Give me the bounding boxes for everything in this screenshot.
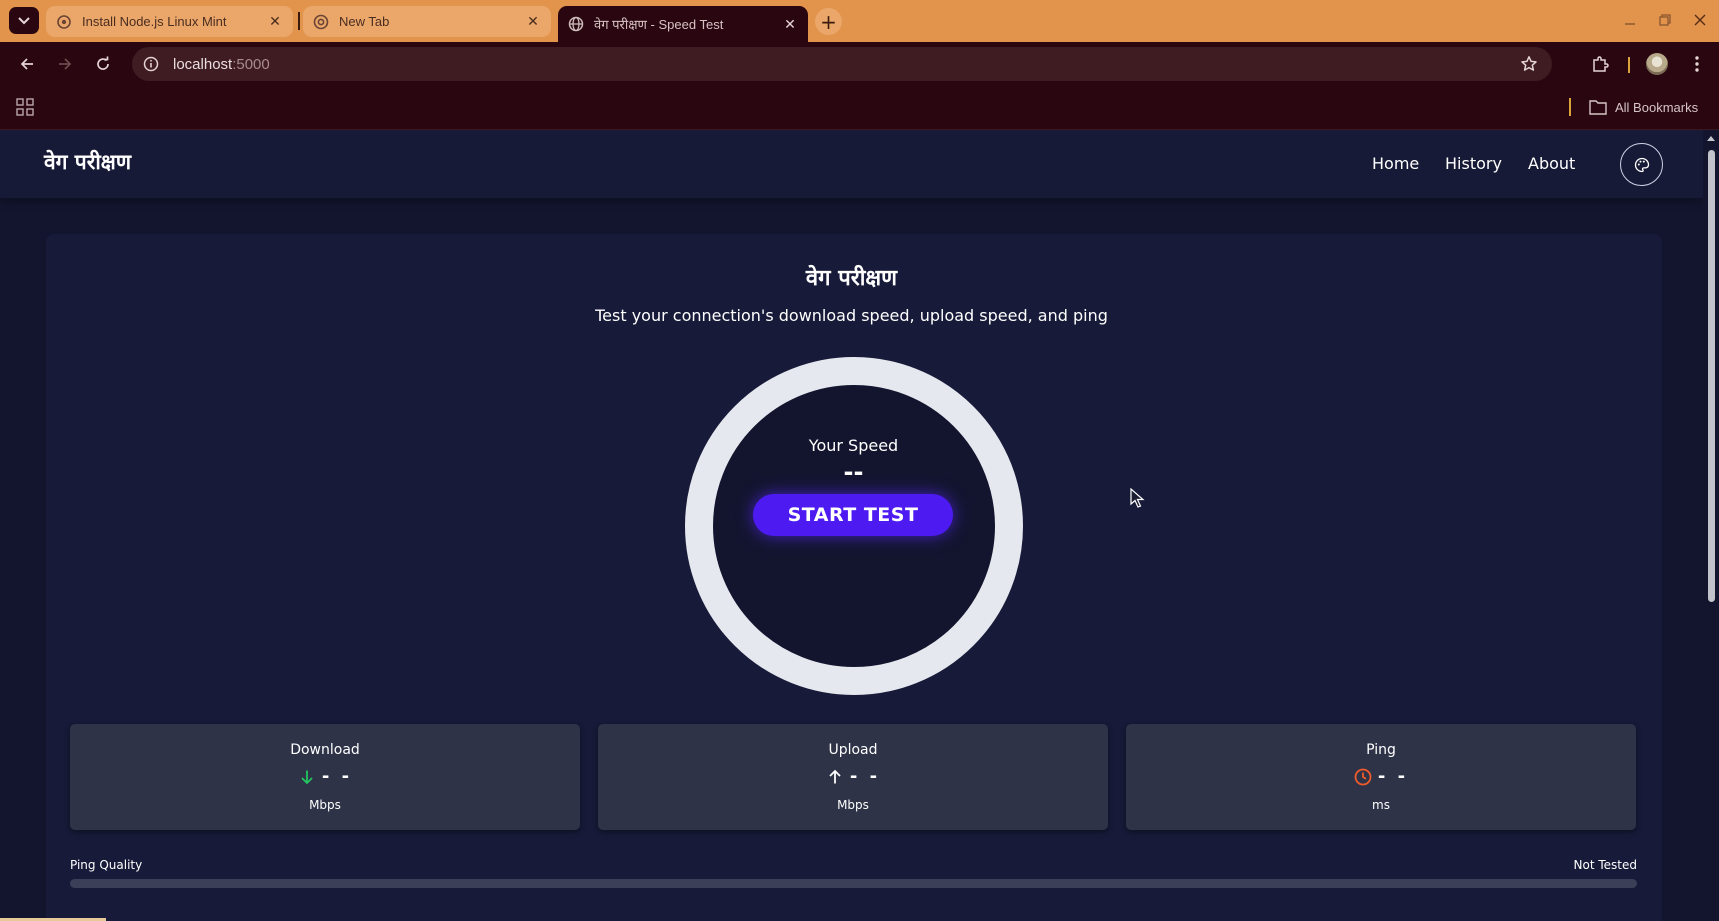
toolbar-divider bbox=[1628, 57, 1630, 73]
globe-icon bbox=[568, 16, 584, 32]
browser-tab-bar: Install Node.js Linux Mint ✕ New Tab ✕ व… bbox=[0, 0, 1719, 42]
close-icon bbox=[1694, 14, 1706, 26]
info-icon[interactable] bbox=[142, 55, 160, 73]
bookmarks-divider bbox=[1569, 98, 1571, 116]
bookmark-star-icon[interactable] bbox=[1520, 55, 1538, 73]
puzzle-icon bbox=[1593, 56, 1609, 72]
all-bookmarks-button[interactable]: All Bookmarks bbox=[1589, 99, 1698, 115]
tab-title: वेग परीक्षण - Speed Test bbox=[594, 17, 724, 32]
reload-icon bbox=[97, 56, 109, 70]
url-text: localhost:5000 bbox=[173, 56, 270, 73]
tab-title: New Tab bbox=[339, 14, 390, 29]
url-port: :5000 bbox=[232, 55, 270, 73]
clock-icon bbox=[1354, 768, 1372, 786]
close-icon[interactable]: ✕ bbox=[782, 16, 798, 32]
ping-unit: ms bbox=[1372, 798, 1390, 812]
ping-card: Ping - - ms bbox=[1126, 724, 1636, 830]
ping-row: - - bbox=[1126, 766, 1636, 787]
tab-search-button[interactable] bbox=[9, 7, 39, 34]
arrow-right-icon bbox=[59, 58, 72, 70]
download-card: Download - - Mbps bbox=[70, 724, 580, 830]
site-header: वेग परीक्षण Home History About bbox=[0, 130, 1703, 198]
nav-history[interactable]: History bbox=[1445, 154, 1502, 173]
bookmarks-bar: All Bookmarks bbox=[0, 86, 1719, 130]
page-title: वेग परीक्षण bbox=[805, 266, 898, 291]
palette-icon bbox=[1634, 157, 1649, 172]
profile-avatar[interactable] bbox=[1646, 53, 1668, 75]
chrome-favicon-icon bbox=[313, 14, 329, 30]
mouse-cursor-icon bbox=[1130, 488, 1145, 508]
url-host: localhost bbox=[173, 55, 233, 73]
download-unit: Mbps bbox=[309, 798, 341, 812]
scrollbar-thumb[interactable] bbox=[1708, 150, 1715, 602]
download-row: - - bbox=[70, 766, 580, 787]
nav-home[interactable]: Home bbox=[1372, 154, 1419, 173]
forward-button[interactable] bbox=[52, 51, 78, 77]
brand-logo[interactable]: वेग परीक्षण bbox=[44, 148, 131, 176]
settings-favicon-icon bbox=[56, 14, 72, 30]
gauge-label: Your Speed bbox=[808, 436, 899, 455]
minimize-icon bbox=[1625, 23, 1635, 25]
download-label: Download bbox=[290, 742, 360, 758]
close-icon[interactable]: ✕ bbox=[267, 13, 283, 30]
tab-title: Install Node.js Linux Mint bbox=[82, 14, 227, 29]
back-button[interactable] bbox=[14, 51, 40, 77]
minimize-button[interactable] bbox=[1620, 10, 1640, 30]
arrow-up-icon bbox=[826, 768, 844, 786]
folder-icon bbox=[1589, 100, 1607, 115]
restore-button[interactable] bbox=[1655, 10, 1675, 30]
scroll-up-arrow-icon[interactable] bbox=[1706, 133, 1716, 143]
theme-toggle-button[interactable] bbox=[1620, 143, 1663, 186]
plus-icon: + bbox=[820, 9, 837, 34]
upload-value: - - bbox=[849, 766, 881, 787]
browser-menu-button[interactable] bbox=[1686, 53, 1708, 75]
chevron-down-icon bbox=[18, 16, 30, 24]
new-tab-button[interactable]: + bbox=[815, 8, 842, 35]
nav-about[interactable]: About bbox=[1528, 154, 1575, 173]
apps-grid-icon[interactable] bbox=[16, 98, 34, 116]
arrow-left-icon bbox=[20, 58, 33, 70]
extensions-button[interactable] bbox=[1589, 53, 1611, 75]
more-vertical-icon bbox=[1695, 56, 1699, 72]
tab-install-nodejs[interactable]: Install Node.js Linux Mint ✕ bbox=[46, 6, 293, 37]
tab-new-tab[interactable]: New Tab ✕ bbox=[303, 6, 551, 37]
gauge-value: -- bbox=[843, 458, 864, 486]
tab-separator bbox=[298, 12, 300, 30]
upload-row: - - bbox=[598, 766, 1108, 787]
download-value: - - bbox=[321, 766, 353, 787]
restore-icon bbox=[1659, 14, 1671, 26]
ping-quality-label: Ping Quality bbox=[70, 858, 143, 872]
ping-quality-status: Not Tested bbox=[1573, 858, 1637, 872]
address-bar[interactable]: localhost:5000 bbox=[132, 47, 1552, 81]
tab-speed-test[interactable]: वेग परीक्षण - Speed Test ✕ bbox=[558, 6, 808, 42]
page-viewport: वेग परीक्षण Home History About वेग परीक्… bbox=[0, 130, 1719, 921]
close-window-button[interactable] bbox=[1690, 10, 1710, 30]
browser-toolbar: localhost:5000 bbox=[0, 42, 1719, 86]
ping-quality-bar bbox=[70, 879, 1637, 888]
upload-unit: Mbps bbox=[837, 798, 869, 812]
upload-label: Upload bbox=[828, 742, 878, 758]
start-test-button[interactable]: START TEST bbox=[753, 494, 953, 536]
page-subtitle: Test your connection's download speed, u… bbox=[595, 306, 1108, 325]
ping-value: - - bbox=[1377, 766, 1409, 787]
close-icon[interactable]: ✕ bbox=[525, 13, 541, 30]
arrow-down-icon bbox=[298, 768, 316, 786]
upload-card: Upload - - Mbps bbox=[598, 724, 1108, 830]
reload-button[interactable] bbox=[90, 51, 116, 77]
page-scrollbar[interactable] bbox=[1703, 130, 1719, 921]
all-bookmarks-label: All Bookmarks bbox=[1615, 99, 1699, 115]
ping-label: Ping bbox=[1366, 742, 1396, 758]
